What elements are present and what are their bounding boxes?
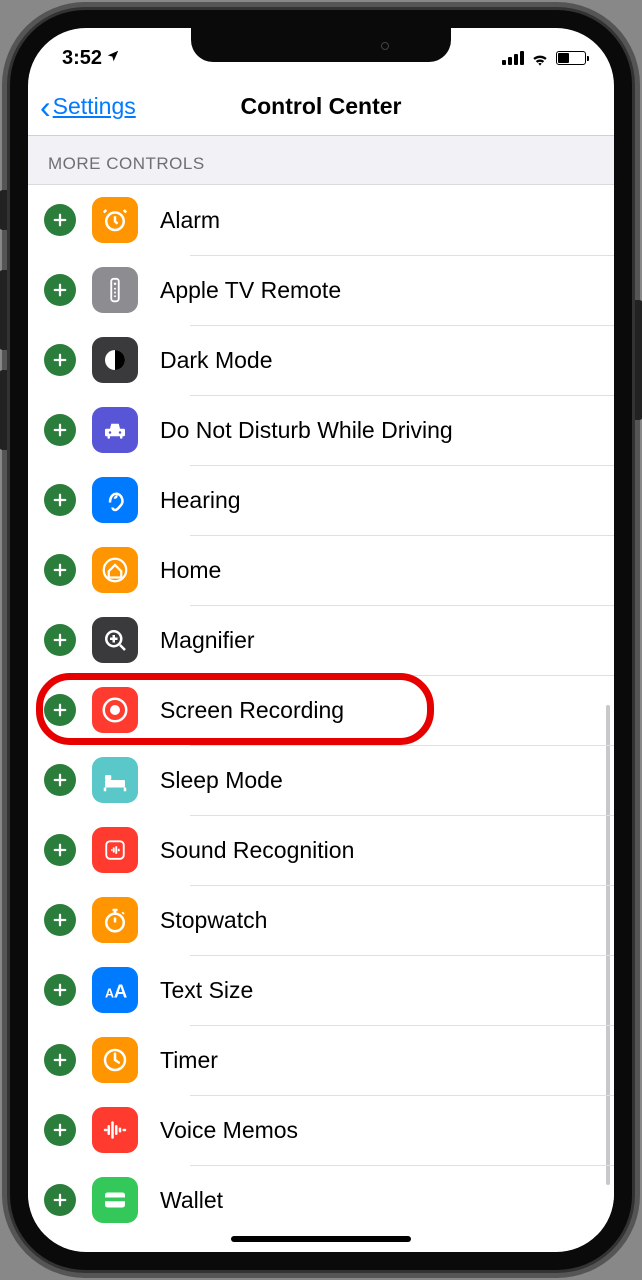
control-label: Home <box>160 557 221 584</box>
add-button[interactable] <box>44 1184 76 1216</box>
control-label: Do Not Disturb While Driving <box>160 417 453 444</box>
notch <box>191 28 451 62</box>
control-label: Screen Recording <box>160 697 344 724</box>
cellular-signal-icon <box>502 51 524 65</box>
control-row-magnifier[interactable]: Magnifier <box>28 605 614 675</box>
control-row-alarm[interactable]: Alarm <box>28 185 614 255</box>
control-label: Sound Recognition <box>160 837 354 864</box>
darkmode-icon <box>92 337 138 383</box>
control-label: Alarm <box>160 207 220 234</box>
location-arrow-icon <box>106 49 120 68</box>
magnifier-icon <box>92 617 138 663</box>
mute-switch <box>0 190 7 230</box>
controls-list: Alarm Apple TV Remote Dark Mode Do Not Dist… <box>28 185 614 1235</box>
control-label: Hearing <box>160 487 241 514</box>
power-button <box>635 300 642 420</box>
home-icon <box>92 547 138 593</box>
control-label: Voice Memos <box>160 1117 298 1144</box>
control-row-voicememos[interactable]: Voice Memos <box>28 1095 614 1165</box>
status-time: 3:52 <box>62 47 102 70</box>
add-button[interactable] <box>44 554 76 586</box>
battery-icon <box>556 51 586 65</box>
control-row-home[interactable]: Home <box>28 535 614 605</box>
home-indicator[interactable] <box>231 1236 411 1242</box>
control-row-screenrec[interactable]: Screen Recording <box>28 675 614 745</box>
add-button[interactable] <box>44 1044 76 1076</box>
status-right <box>502 50 586 66</box>
control-row-hearing[interactable]: Hearing <box>28 465 614 535</box>
tvremote-icon <box>92 267 138 313</box>
textsize-icon: AA <box>92 967 138 1013</box>
wallet-icon <box>92 1177 138 1223</box>
page-title: Control Center <box>241 93 402 120</box>
control-row-timer[interactable]: Timer <box>28 1025 614 1095</box>
control-label: Magnifier <box>160 627 255 654</box>
volume-down-button <box>0 370 7 450</box>
control-label: Stopwatch <box>160 907 267 934</box>
control-label: Text Size <box>160 977 253 1004</box>
control-label: Apple TV Remote <box>160 277 341 304</box>
hearing-icon <box>92 477 138 523</box>
add-button[interactable] <box>44 414 76 446</box>
volume-up-button <box>0 270 7 350</box>
control-label: Timer <box>160 1047 218 1074</box>
add-button[interactable] <box>44 764 76 796</box>
sleep-icon <box>92 757 138 803</box>
add-button[interactable] <box>44 974 76 1006</box>
sound-icon <box>92 827 138 873</box>
add-button[interactable] <box>44 694 76 726</box>
svg-text:A: A <box>105 987 114 1001</box>
control-row-stopwatch[interactable]: Stopwatch <box>28 885 614 955</box>
add-button[interactable] <box>44 484 76 516</box>
screen: 3:52 ‹ Settings Control Center MORE CONT… <box>28 28 614 1252</box>
back-label: Settings <box>53 93 136 120</box>
dnd-icon <box>92 407 138 453</box>
control-label: Sleep Mode <box>160 767 283 794</box>
control-label: Dark Mode <box>160 347 272 374</box>
add-button[interactable] <box>44 344 76 376</box>
section-header: MORE CONTROLS <box>28 136 614 185</box>
chevron-left-icon: ‹ <box>40 91 51 123</box>
control-row-darkmode[interactable]: Dark Mode <box>28 325 614 395</box>
control-row-sound[interactable]: Sound Recognition <box>28 815 614 885</box>
add-button[interactable] <box>44 274 76 306</box>
add-button[interactable] <box>44 1114 76 1146</box>
control-label: Wallet <box>160 1187 223 1214</box>
control-row-sleep[interactable]: Sleep Mode <box>28 745 614 815</box>
alarm-icon <box>92 197 138 243</box>
control-row-wallet[interactable]: Wallet <box>28 1165 614 1235</box>
add-button[interactable] <box>44 624 76 656</box>
back-button[interactable]: ‹ Settings <box>40 91 136 123</box>
control-row-textsize[interactable]: AA Text Size <box>28 955 614 1025</box>
control-row-tvremote[interactable]: Apple TV Remote <box>28 255 614 325</box>
stopwatch-icon <box>92 897 138 943</box>
screenrec-icon <box>92 687 138 733</box>
add-button[interactable] <box>44 834 76 866</box>
add-button[interactable] <box>44 904 76 936</box>
voicememos-icon <box>92 1107 138 1153</box>
svg-text:A: A <box>114 981 128 1002</box>
wifi-icon <box>530 50 550 66</box>
control-row-dnd[interactable]: Do Not Disturb While Driving <box>28 395 614 465</box>
phone-frame: 3:52 ‹ Settings Control Center MORE CONT… <box>10 10 632 1270</box>
nav-bar: ‹ Settings Control Center <box>28 78 614 136</box>
status-left: 3:52 <box>62 47 120 70</box>
timer-icon <box>92 1037 138 1083</box>
add-button[interactable] <box>44 204 76 236</box>
